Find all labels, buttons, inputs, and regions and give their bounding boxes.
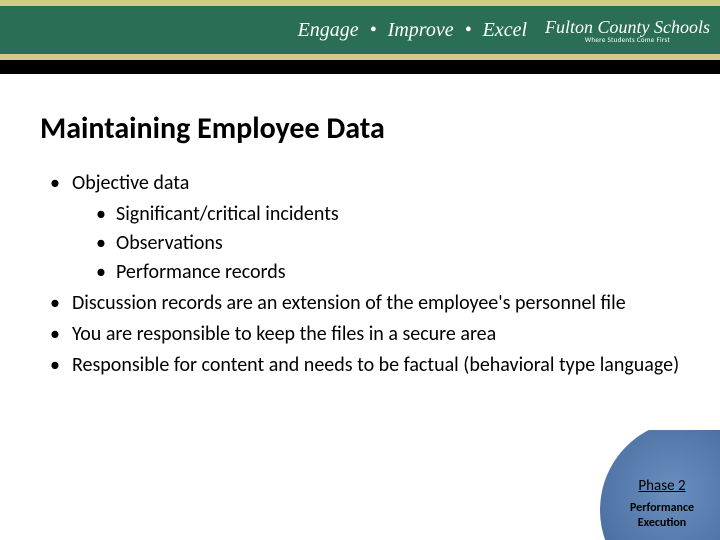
tagline-word-2: Improve	[388, 19, 454, 41]
bullet-text: Responsible for content and needs to be …	[72, 353, 679, 377]
phase-title: Phase 2	[612, 477, 712, 495]
logo-sub-text: Where Students Come First	[545, 36, 710, 43]
bullet-text: Objective data	[72, 171, 189, 195]
bullet-text: Observations	[116, 231, 223, 255]
phase-text-block: Phase 2 Performance Execution	[612, 477, 712, 530]
list-item: You are responsible to keep the files in…	[40, 320, 680, 349]
sub-bullet-list: Significant/critical incidents Observati…	[72, 200, 680, 287]
tagline-word-3: Excel	[483, 19, 527, 41]
bullet-text: Performance records	[116, 260, 286, 284]
bullet-text: Significant/critical incidents	[116, 202, 339, 226]
header-banner: Engage • Improve • Excel Fulton County S…	[0, 0, 720, 60]
tagline-dot: •	[370, 19, 377, 41]
phase-badge: Phase 2 Performance Execution	[600, 430, 720, 540]
phase-subtitle: Performance Execution	[612, 501, 712, 530]
logo: Fulton County Schools Where Students Com…	[545, 18, 710, 43]
list-item: Performance records	[72, 258, 680, 287]
bullet-text: Discussion records are an extension of t…	[72, 291, 626, 315]
header-tagline: Engage • Improve • Excel	[298, 19, 527, 42]
logo-main-text: Fulton County Schools	[545, 18, 710, 36]
list-item: Objective data Significant/critical inci…	[40, 169, 680, 287]
bullet-text: You are responsible to keep the files in…	[72, 322, 496, 346]
bullet-list: Objective data Significant/critical inci…	[40, 169, 680, 380]
list-item: Observations	[72, 229, 680, 258]
tagline-dot: •	[465, 19, 472, 41]
slide-content: Maintaining Employee Data Objective data…	[0, 60, 720, 380]
list-item: Discussion records are an extension of t…	[40, 289, 680, 318]
page-title: Maintaining Employee Data	[40, 110, 680, 147]
list-item: Responsible for content and needs to be …	[40, 351, 680, 380]
tagline-word-1: Engage	[298, 19, 359, 41]
list-item: Significant/critical incidents	[72, 200, 680, 229]
